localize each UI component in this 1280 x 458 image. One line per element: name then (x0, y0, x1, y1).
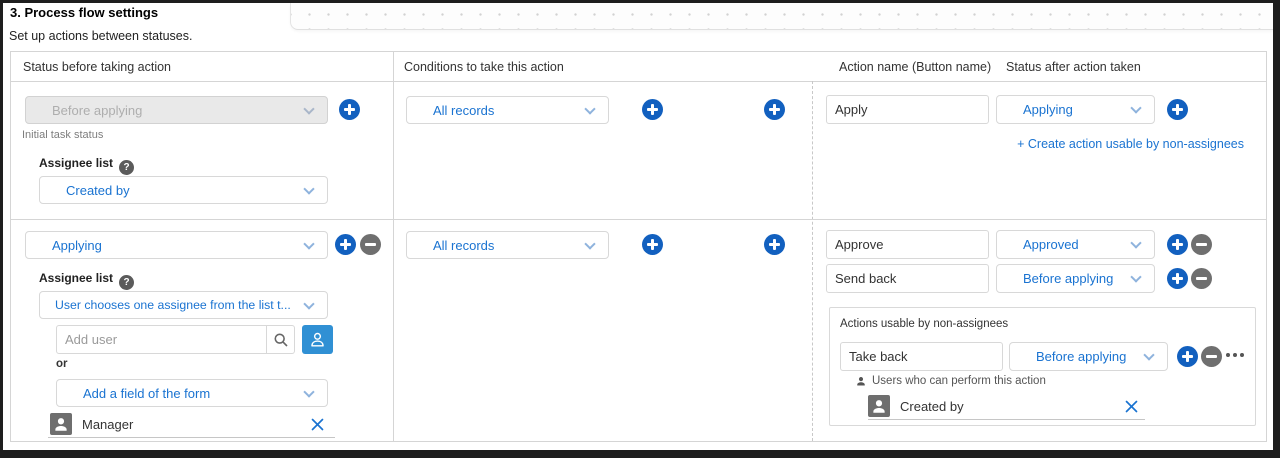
status-after-dropdown-approve[interactable]: Approved (996, 230, 1155, 259)
status-before-dropdown-row1: Before applying (25, 96, 328, 124)
col-header-conditions: Conditions to take this action (404, 60, 564, 74)
page-title: 3. Process flow settings (10, 5, 158, 20)
person-icon (855, 375, 867, 387)
add-branch-button-row1[interactable] (764, 99, 785, 120)
action-name-input-approve[interactable] (826, 230, 989, 259)
create-non-assignee-action-link[interactable]: + Create action usable by non-assignees (1017, 137, 1244, 151)
status-after-value: Before applying (1036, 349, 1126, 364)
page-subtitle: Set up actions between statuses. (9, 29, 192, 43)
ellipsis-icon[interactable] (1226, 349, 1244, 361)
remove-action-button-approve[interactable] (1191, 234, 1212, 255)
users-label-text: Users who can perform this action (872, 375, 1046, 387)
assignee-type-dropdown-row2[interactable]: User chooses one assignee from the list … (39, 291, 328, 319)
col-header-status-before: Status before taking action (23, 60, 171, 74)
magnifier-icon (273, 332, 289, 348)
chevron-down-icon (303, 238, 314, 249)
condition-value: All records (433, 103, 494, 118)
header-divider (11, 81, 1266, 82)
status-before-value: Applying (52, 238, 102, 253)
add-field-value: Add a field of the form (83, 386, 210, 401)
add-user-search (56, 325, 295, 354)
chevron-down-icon (584, 103, 595, 114)
question-circle-icon[interactable]: ? (119, 160, 134, 175)
add-action-button-row1[interactable] (1167, 99, 1188, 120)
add-status-button-row2[interactable] (335, 234, 356, 255)
add-action-button-approve[interactable] (1167, 234, 1188, 255)
status-after-value: Approved (1023, 237, 1079, 252)
add-condition-button-row1[interactable] (642, 99, 663, 120)
add-status-button-row1[interactable] (339, 99, 360, 120)
remove-non-assignee-action-button[interactable] (1201, 346, 1222, 367)
non-assignee-box-title: Actions usable by non-assignees (840, 318, 1008, 330)
initial-task-status-note: Initial task status (22, 129, 103, 141)
row-divider (11, 219, 1266, 220)
status-after-value: Applying (1023, 102, 1073, 117)
status-after-dropdown-sendback[interactable]: Before applying (996, 264, 1155, 293)
assignee-dropdown-row1[interactable]: Created by (39, 176, 328, 204)
status-after-value: Before applying (1023, 271, 1113, 286)
status-before-value: Before applying (52, 103, 142, 118)
add-condition-button-row2[interactable] (642, 234, 663, 255)
assignee-list-label-row2: Assignee list? (39, 271, 134, 290)
assignee-entry-name: Manager (82, 417, 133, 432)
assignee-list-label-row1: Assignee list? (39, 156, 134, 175)
add-user-input[interactable] (56, 325, 267, 354)
performer-entry-name: Created by (900, 399, 964, 414)
condition-value: All records (433, 238, 494, 253)
search-button[interactable] (267, 325, 295, 354)
remove-performer-button[interactable] (1124, 399, 1139, 414)
add-non-assignee-action-button[interactable] (1177, 346, 1198, 367)
dashed-column-divider (812, 81, 813, 441)
performer-entry-created-by: Created by (868, 393, 1145, 420)
column-divider (393, 52, 394, 441)
col-header-status-after: Status after action taken (1006, 60, 1141, 74)
users-who-can-perform-label: Users who can perform this action (855, 375, 1046, 387)
non-assignee-actions-box: Actions usable by non-assignees Before a… (829, 307, 1256, 426)
person-icon (308, 330, 327, 349)
remove-action-button-sendback[interactable] (1191, 268, 1212, 289)
add-branch-button-row2[interactable] (764, 234, 785, 255)
question-circle-icon[interactable]: ? (119, 275, 134, 290)
chevron-down-icon (303, 183, 314, 194)
chevron-down-icon (303, 298, 314, 309)
form-canvas-panel (290, 3, 1273, 30)
select-user-button[interactable] (302, 325, 333, 354)
assignee-list-text: Assignee list (39, 271, 113, 285)
status-before-dropdown-row2[interactable]: Applying (25, 231, 328, 259)
assignee-value: Created by (66, 183, 130, 198)
chevron-down-icon (584, 238, 595, 249)
status-after-dropdown-takeback[interactable]: Before applying (1009, 342, 1168, 371)
remove-status-button-row2[interactable] (360, 234, 381, 255)
action-name-input-takeback[interactable] (840, 342, 1003, 371)
condition-dropdown-row1[interactable]: All records (406, 96, 609, 124)
chevron-down-icon (1130, 102, 1141, 113)
assignee-type-value: User chooses one assignee from the list … (55, 298, 291, 312)
add-action-button-sendback[interactable] (1167, 268, 1188, 289)
remove-assignee-button[interactable] (310, 417, 325, 432)
chevron-down-icon (303, 103, 314, 114)
chevron-down-icon (303, 386, 314, 397)
process-flow-table: Status before taking action Conditions t… (10, 51, 1267, 442)
person-avatar-icon (50, 413, 72, 435)
col-header-action-name: Action name (Button name) (839, 60, 991, 74)
add-field-dropdown[interactable]: Add a field of the form (56, 379, 328, 407)
action-name-input-sendback[interactable] (826, 264, 989, 293)
assignee-entry-manager: Manager (48, 411, 335, 438)
or-label: or (56, 358, 68, 370)
condition-dropdown-row2[interactable]: All records (406, 231, 609, 259)
chevron-down-icon (1143, 349, 1154, 360)
status-after-dropdown-row1[interactable]: Applying (996, 95, 1155, 124)
chevron-down-icon (1130, 237, 1141, 248)
person-avatar-icon (868, 395, 890, 417)
chevron-down-icon (1130, 271, 1141, 282)
assignee-list-text: Assignee list (39, 156, 113, 170)
action-name-input-row1[interactable] (826, 95, 989, 124)
